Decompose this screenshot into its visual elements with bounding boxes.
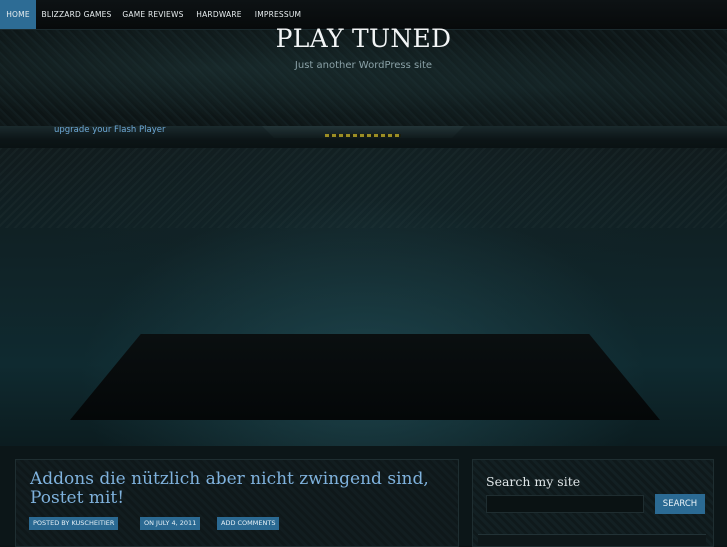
upgrade-flash-link[interactable]: upgrade your Flash Player [54,125,165,135]
search-widget-title: Search my site [486,474,581,489]
stage-floor-panel [70,334,660,420]
hazard-stripe [325,134,401,137]
post-author-badge[interactable]: POSTED BY KUSCHEITIER [29,517,119,530]
sidebar-next-widget [478,534,706,546]
stage-texture [0,148,727,228]
site-tagline: Just another WordPress site [294,60,433,71]
search-input[interactable] [486,495,644,513]
post-title[interactable]: Addons die nützlich aber nicht zwingend … [30,470,450,508]
post-date-badge: ON JULY 4, 2011 [140,517,201,530]
add-comments-button[interactable]: ADD COMMENTS [217,517,280,530]
site-title[interactable]: PLAY TUNED [0,24,727,53]
search-button[interactable]: SEARCH [655,494,705,514]
